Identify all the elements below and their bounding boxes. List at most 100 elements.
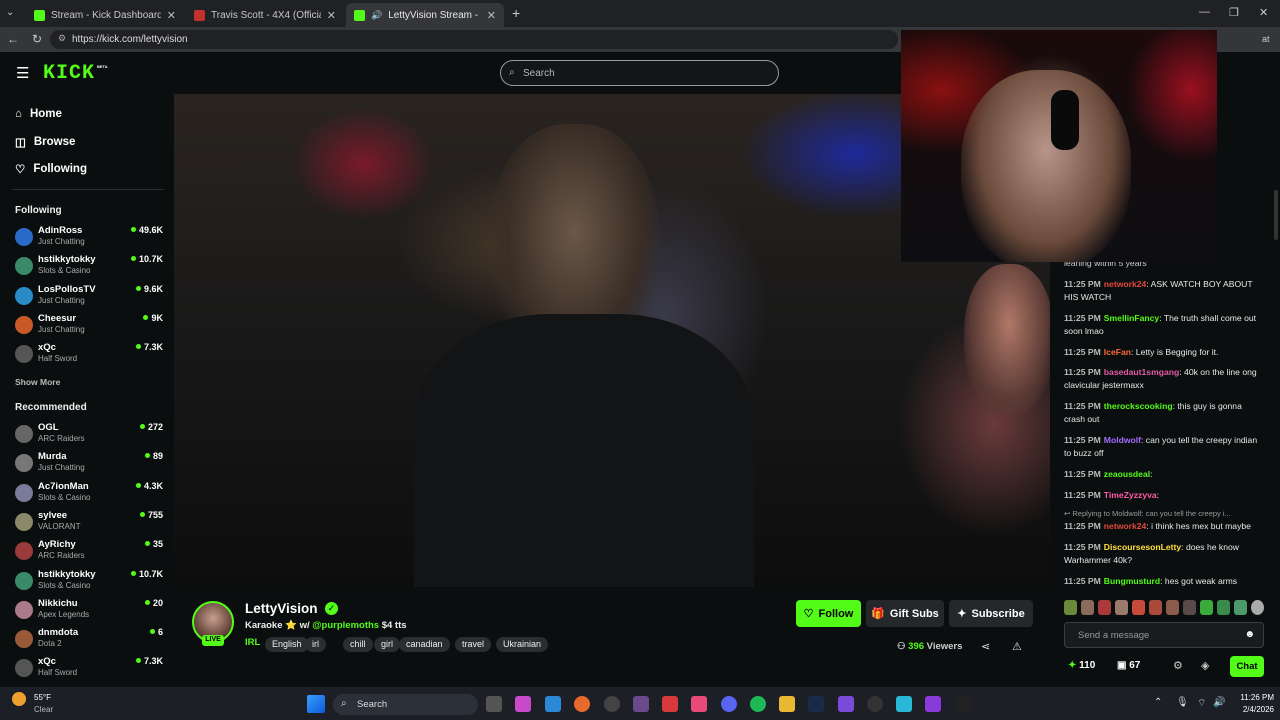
show-more-link[interactable]: Show More [15, 377, 60, 387]
clock-time[interactable]: 11:26 PM [1234, 693, 1274, 702]
send-chat-button[interactable]: Chat [1230, 656, 1264, 677]
search-input[interactable]: ⌕ Search [500, 60, 779, 86]
streamer-name[interactable]: LettyVision [245, 601, 318, 616]
app-icon[interactable] [896, 696, 912, 712]
new-tab-icon[interactable]: + [512, 5, 520, 21]
app-icon[interactable] [867, 696, 883, 712]
sidebar-channel[interactable]: hstikkytokky Slots & Casino 10.7K [15, 569, 163, 597]
sidebar-channel[interactable]: dnmdota Dota 2 6 [15, 627, 163, 655]
clock-date[interactable]: 2/4/2026 [1234, 705, 1274, 714]
mic-icon[interactable]: 🎙 [1176, 697, 1189, 708]
close-tab-icon[interactable]: ✕ [167, 9, 176, 22]
report-icon[interactable]: ⚠ [1012, 640, 1022, 653]
emote-icon[interactable] [1115, 600, 1128, 615]
spotify-icon[interactable] [750, 696, 766, 712]
sidebar-channel[interactable]: AyRichy ARC Raiders 35 [15, 539, 163, 567]
close-tab-icon[interactable]: ✕ [487, 9, 496, 22]
stream-tag[interactable]: English [265, 637, 309, 652]
emote-icon[interactable] [1200, 600, 1213, 615]
tray-chevron-icon[interactable]: ⌃ [1154, 697, 1162, 708]
gift-subs-button[interactable]: 🎁 Gift Subs [866, 600, 944, 627]
chat-username[interactable]: basedaut1smgang [1104, 367, 1179, 377]
site-info-icon[interactable]: ⚙ [58, 33, 66, 44]
sidebar-channel[interactable]: AdinRoss Just Chatting 49.6K [15, 225, 163, 253]
stream-tag[interactable]: travel [455, 637, 492, 652]
sidebar-channel[interactable]: OGL ARC Raiders 272 [15, 422, 163, 450]
emote-icon[interactable] [1183, 600, 1196, 615]
network-icon[interactable]: ⌔ [1197, 697, 1206, 710]
chat-username[interactable]: Moldwolf [1104, 435, 1141, 445]
kick-logo[interactable]: KICK [43, 62, 95, 85]
sidebar-channel[interactable]: xQc Half Sword 7.3K [15, 656, 163, 684]
emote-icon[interactable] [1132, 600, 1145, 615]
sidebar-channel[interactable]: hstikkytokky Slots & Casino 10.7K [15, 254, 163, 282]
follow-button[interactable]: ♡ Follow [796, 600, 861, 627]
emote-icon[interactable] [1098, 600, 1111, 615]
sidebar-channel[interactable]: Ac7ionMan Slots & Casino 4.3K [15, 481, 163, 509]
channel-points[interactable]: ✦ 110 [1068, 660, 1095, 671]
stream-tag[interactable]: chill [343, 637, 373, 652]
chat-username[interactable]: IceFan [1104, 347, 1131, 357]
tab-list-chevron-icon[interactable]: ⌄ [6, 7, 14, 18]
close-tab-icon[interactable]: ✕ [327, 9, 336, 22]
chat-username[interactable]: DiscoursesonLetty [1104, 542, 1181, 552]
emoji-icon[interactable]: ☻ [1244, 629, 1255, 640]
stream-tag[interactable]: canadian [399, 637, 450, 652]
music-icon[interactable] [691, 696, 707, 712]
edge-icon[interactable] [545, 696, 561, 712]
obs-icon[interactable] [604, 696, 620, 712]
restore-icon[interactable]: ❐ [1229, 6, 1239, 19]
weather-temp[interactable]: 55°F [34, 693, 51, 702]
emote-icon[interactable] [1081, 600, 1094, 615]
app-icon[interactable] [838, 696, 854, 712]
stream-tag[interactable]: girl [374, 637, 401, 652]
minimize-icon[interactable]: — [1199, 6, 1210, 18]
close-window-icon[interactable]: ✕ [1259, 6, 1268, 19]
stream-tag[interactable]: Ukrainian [496, 637, 549, 652]
chat-username[interactable]: SmellinFancy [1104, 313, 1159, 323]
sidebar-channel[interactable]: Murda Just Chatting 89 [15, 451, 163, 479]
sidebar-channel[interactable]: sylvee VALORANT 755 [15, 510, 163, 538]
chat-username[interactable]: TimeZyzzyva [1104, 490, 1157, 500]
app-icon[interactable] [662, 696, 678, 712]
sidebar-channel[interactable]: xQc Half Sword 7.3K [15, 342, 163, 370]
app-icon[interactable] [955, 696, 971, 712]
emote-icon[interactable] [1251, 600, 1264, 615]
file-explorer-icon[interactable] [779, 696, 795, 712]
sidebar-channel[interactable]: Cheesur Just Chatting 9K [15, 313, 163, 341]
emote-icon[interactable] [1149, 600, 1162, 615]
url-field[interactable]: ⚙ https://kick.com/lettyvision [50, 30, 898, 49]
sidebar-channel[interactable]: LosPollosTV Just Chatting 9.6K [15, 284, 163, 312]
nav-browse[interactable]: ◫ Browse [15, 135, 75, 149]
steam-icon[interactable] [808, 696, 824, 712]
stream-tag[interactable]: irl [305, 637, 326, 652]
emote-icon[interactable] [1064, 600, 1077, 615]
chat-username[interactable]: zeaousdeal [1104, 469, 1150, 479]
menu-icon[interactable]: ☰ [16, 64, 29, 82]
sub-count[interactable]: ▣ 67 [1117, 660, 1140, 671]
collab-link[interactable]: @purplemoths [312, 620, 379, 631]
volume-icon[interactable]: 🔊 [1213, 697, 1225, 708]
category-link[interactable]: IRL [245, 637, 260, 648]
chat-username[interactable]: Bungmusturd [1104, 576, 1160, 586]
settings-icon[interactable]: ⚙ [1173, 659, 1183, 672]
chat-username[interactable]: network24 [1104, 279, 1147, 289]
back-icon[interactable]: ← [7, 32, 19, 46]
taskbar-search[interactable]: ⌕ Search [333, 694, 478, 715]
discord-icon[interactable] [721, 696, 737, 712]
tab-travis-scott[interactable]: Travis Scott - 4X4 (Official Music V ✕ [186, 3, 344, 27]
share-icon[interactable]: ⋖ [981, 640, 990, 653]
tab-kick-dashboard[interactable]: Stream - Kick Dashboard ✕ [26, 3, 184, 27]
chat-input[interactable]: Send a message ☻ [1064, 622, 1264, 648]
task-view-icon[interactable] [486, 696, 502, 712]
emote-icon[interactable] [1166, 600, 1179, 615]
emote-picker-icon[interactable]: ◈ [1201, 659, 1209, 672]
nav-home[interactable]: ⌂ Home [15, 108, 62, 120]
chat-scrollbar[interactable] [1274, 190, 1278, 240]
firefox-icon[interactable] [574, 696, 590, 712]
emote-icon[interactable] [1217, 600, 1230, 615]
tab-lettyvision[interactable]: 🔊 LettyVision Stream - Watch Li ✕ [346, 3, 504, 27]
chat-username[interactable]: network24 [1104, 521, 1147, 531]
start-icon[interactable] [307, 695, 325, 713]
copilot-icon[interactable] [515, 696, 531, 712]
